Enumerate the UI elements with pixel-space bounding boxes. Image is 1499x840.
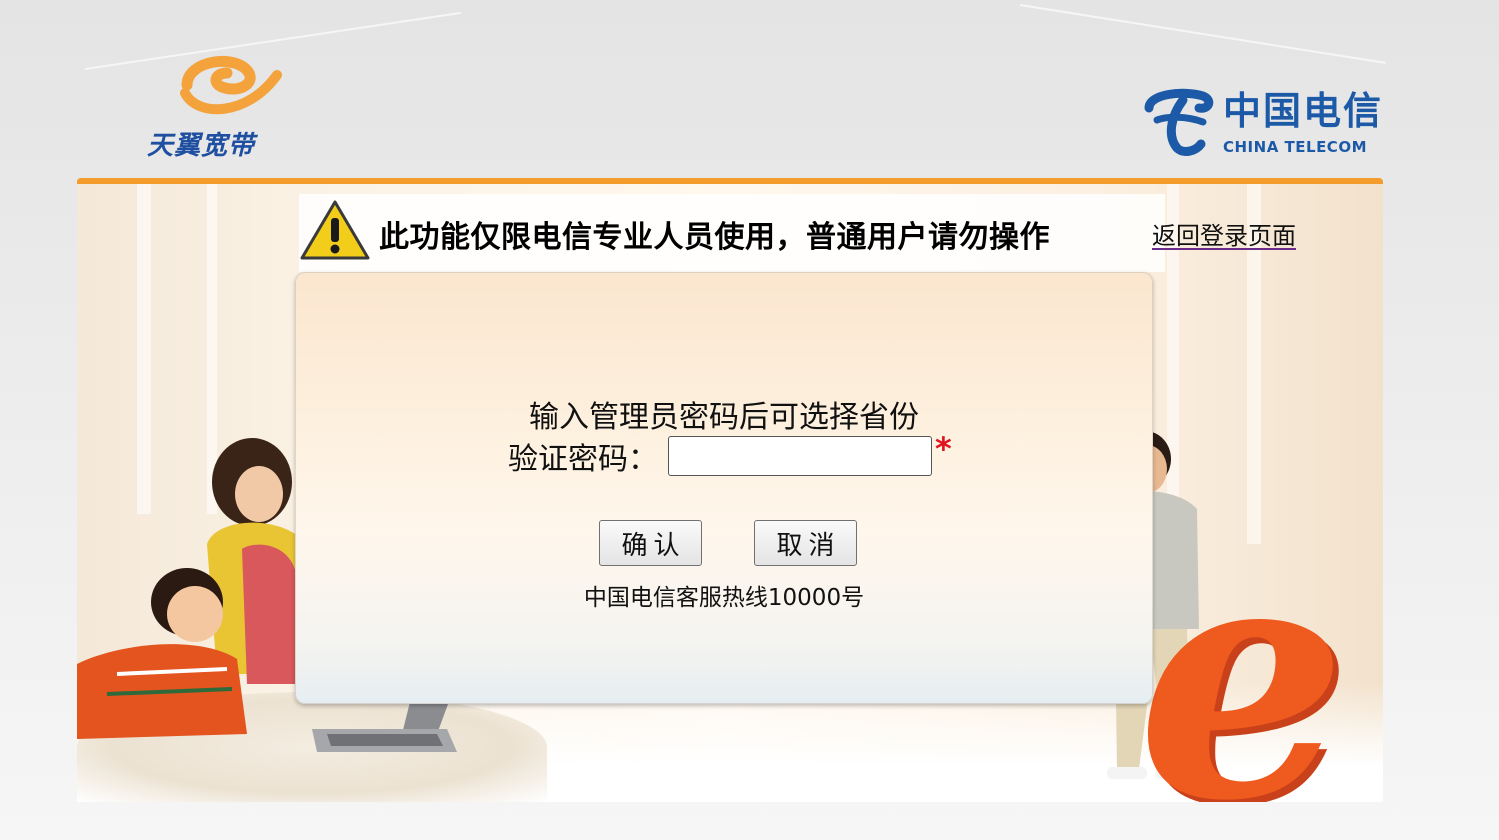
main-panel: e 此功能仅限电信专业人员使用，普通用户请勿操作 返回登录页面 输入管理员密码后… — [77, 178, 1383, 802]
password-label: 验证密码： — [508, 442, 658, 477]
china-telecom-logo: 中国电信 CHINA TELECOM — [1143, 86, 1383, 166]
password-input[interactable] — [668, 436, 932, 476]
boy-illustration — [77, 568, 247, 739]
warning-text: 此功能仅限电信专业人员使用，普通用户请勿操作 — [379, 220, 1050, 255]
china-telecom-emblem-icon — [1144, 88, 1214, 156]
confirm-button[interactable]: 确认 — [599, 520, 702, 566]
required-asterisk: * — [935, 430, 952, 468]
service-hotline: 中国电信客服热线10000号 — [583, 585, 865, 611]
back-to-login-link[interactable]: 返回登录页面 — [1152, 216, 1296, 251]
warning-triangle-icon — [300, 200, 370, 260]
cancel-button[interactable]: 取消 — [754, 520, 857, 566]
warning-banner: 此功能仅限电信专业人员使用，普通用户请勿操作 — [299, 194, 1165, 272]
china-telecom-en-text: CHINA TELECOM — [1223, 138, 1367, 156]
tianyi-swirl-icon — [180, 55, 282, 115]
tianyi-broadband-logo: 天翼宽带 — [147, 55, 297, 165]
header: 天翼宽带 中国电信 CHINA TELECOM — [77, 0, 1383, 178]
tianyi-logo-text: 天翼宽带 — [147, 131, 256, 161]
select-province-hint: 输入管理员密码后可选择省份 — [529, 400, 919, 435]
admin-verify-form: 输入管理员密码后可选择省份 验证密码： * 确认 取消 中国电信客服热线1000… — [295, 272, 1153, 704]
china-telecom-cn-text: 中国电信 — [1223, 89, 1384, 133]
e-logo-decoration: e — [1137, 485, 1347, 802]
